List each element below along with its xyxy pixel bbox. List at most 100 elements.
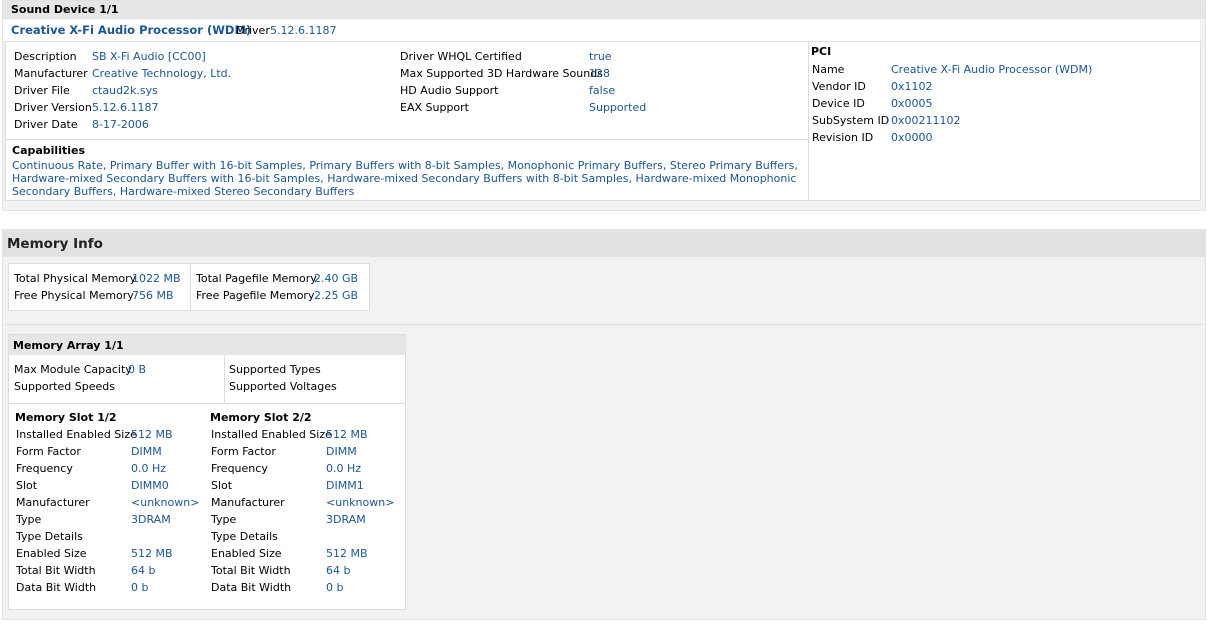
field-value-eax[interactable]: Supported (589, 101, 646, 114)
slot1-value-form-factor[interactable]: DIMM (131, 445, 162, 458)
memory-info-section: Memory Info Total Physical Memory 1022 M… (2, 229, 1206, 620)
field-label-max-3d-sounds: Max Supported 3D Hardware Sounds (400, 67, 603, 80)
sound-device-section: Sound Device 1/1 Creative X-Fi Audio Pro… (2, 0, 1206, 211)
slot2-value-enabled-size[interactable]: 512 MB (326, 547, 368, 560)
slot1-label-total-bit-width: Total Bit Width (16, 564, 96, 577)
field-value-driver-version[interactable]: 5.12.6.1187 (92, 101, 158, 114)
driver-version[interactable]: 5.12.6.1187 (270, 24, 336, 37)
pci-value-name[interactable]: Creative X-Fi Audio Processor (WDM) (891, 63, 1092, 76)
slot1-label-data-bit-width: Data Bit Width (16, 581, 97, 594)
field-label-description: Description (14, 50, 77, 63)
field-label-driver-date: Driver Date (14, 118, 78, 131)
field-value-description[interactable]: SB X-Fi Audio [CC00] (92, 50, 206, 63)
field-value-driver-date[interactable]: 8-17-2006 (92, 118, 149, 131)
memory-summary-panel: Total Physical Memory 1022 MB Free Physi… (8, 263, 370, 311)
field-label-whql: Driver WHQL Certified (400, 50, 522, 63)
slot1-label-enabled-size: Enabled Size (16, 547, 87, 560)
field-value-whql[interactable]: true (589, 50, 612, 63)
device-name[interactable]: Creative X-Fi Audio Processor (WDM) (11, 23, 251, 37)
memory-array-divider (224, 355, 225, 403)
memory-array-title: Memory Array 1/1 (13, 339, 124, 352)
field-label-eax: EAX Support (400, 101, 469, 114)
slot2-label-frequency: Frequency (211, 462, 268, 475)
slot1-label-frequency: Frequency (16, 462, 73, 475)
array-label-supported-types: Supported Types (229, 363, 321, 376)
pci-label-device-id: Device ID (812, 97, 865, 110)
field-value-manufacturer[interactable]: Creative Technology, Ltd. (92, 67, 231, 80)
slot2-label-manufacturer: Manufacturer (211, 496, 285, 509)
driver-label: Driver (236, 24, 270, 37)
slot2-label-type: Type (211, 513, 237, 526)
pci-value-revision-id[interactable]: 0x0000 (891, 131, 933, 144)
slot1-value-total-bit-width[interactable]: 64 b (131, 564, 155, 577)
slot1-value-data-bit-width[interactable]: 0 b (131, 581, 148, 594)
slot2-label-slot: Slot (211, 479, 233, 492)
slot1-value-manufacturer[interactable]: <unknown> (131, 496, 199, 509)
slot2-value-total-bit-width[interactable]: 64 b (326, 564, 350, 577)
pci-value-vendor-id[interactable]: 0x1102 (891, 80, 933, 93)
field-label-driver-version: Driver Version (14, 101, 92, 114)
field-value-driver-file[interactable]: ctaud2k.sys (92, 84, 158, 97)
mem-label-free-pagefile: Free Pagefile Memory (196, 289, 315, 302)
slot2-value-installed-size[interactable]: 512 MB (326, 428, 368, 441)
field-value-max-3d-sounds[interactable]: 128 (589, 67, 610, 80)
sound-device-header-title: Sound Device 1/1 (11, 3, 119, 16)
slot1-label-installed-size: Installed Enabled Size (16, 428, 137, 441)
field-label-manufacturer: Manufacturer (14, 67, 88, 80)
slot2-value-form-factor[interactable]: DIMM (326, 445, 357, 458)
pci-label-name: Name (812, 63, 845, 76)
slot2-label-type-details: Type Details (211, 530, 278, 543)
memory-separator (5, 324, 1203, 325)
mem-label-total-pagefile: Total Pagefile Memory (196, 272, 317, 285)
field-label-hd-audio: HD Audio Support (400, 84, 499, 97)
memory-info-header: Memory Info (3, 230, 1205, 257)
memory-slot-2-title: Memory Slot 2/2 (210, 411, 312, 424)
pci-label-vendor-id: Vendor ID (812, 80, 866, 93)
slot2-value-frequency[interactable]: 0.0 Hz (326, 462, 361, 475)
device-title-row: Creative X-Fi Audio Processor (WDM) Driv… (3, 20, 1200, 41)
mem-value-free-physical[interactable]: 756 MB (132, 289, 174, 302)
slot1-value-frequency[interactable]: 0.0 Hz (131, 462, 166, 475)
array-label-max-capacity: Max Module Capacity (14, 363, 132, 376)
mem-value-total-pagefile[interactable]: 2.40 GB (314, 272, 358, 285)
slot2-label-form-factor: Form Factor (211, 445, 276, 458)
memory-info-title: Memory Info (7, 236, 103, 252)
array-value-max-capacity[interactable]: 0 B (128, 363, 146, 376)
field-label-driver-file: Driver File (14, 84, 70, 97)
capabilities-text[interactable]: Continuous Rate, Primary Buffer with 16-… (12, 159, 802, 198)
slot2-value-slot[interactable]: DIMM1 (326, 479, 364, 492)
memory-array-panel: Memory Array 1/1 Max Module Capacity 0 B… (8, 334, 406, 610)
slot1-label-type-details: Type Details (16, 530, 83, 543)
pci-title: PCI (811, 45, 832, 58)
mem-label-free-physical: Free Physical Memory (14, 289, 134, 302)
sound-device-header: Sound Device 1/1 (3, 1, 1205, 19)
slot1-value-installed-size[interactable]: 512 MB (131, 428, 173, 441)
pci-value-device-id[interactable]: 0x0005 (891, 97, 933, 110)
slot1-value-enabled-size[interactable]: 512 MB (131, 547, 173, 560)
slot2-value-manufacturer[interactable]: <unknown> (326, 496, 394, 509)
slot1-value-type[interactable]: 3DRAM (131, 513, 171, 526)
pci-column-divider (808, 42, 809, 200)
capabilities-title: Capabilities (12, 144, 86, 157)
pci-value-subsystem-id[interactable]: 0x00211102 (891, 114, 961, 127)
slot2-label-data-bit-width: Data Bit Width (211, 581, 292, 594)
slot1-label-manufacturer: Manufacturer (16, 496, 90, 509)
slot2-value-type[interactable]: 3DRAM (326, 513, 366, 526)
memory-summary-divider (190, 264, 191, 310)
pci-label-subsystem-id: SubSystem ID (812, 114, 890, 127)
array-label-supported-voltages: Supported Voltages (229, 380, 337, 393)
slot1-label-form-factor: Form Factor (16, 445, 81, 458)
field-value-hd-audio[interactable]: false (589, 84, 615, 97)
sound-details-panel: Description SB X-Fi Audio [CC00] Manufac… (5, 41, 1201, 201)
slot1-label-slot: Slot (16, 479, 38, 492)
memory-array-header: Memory Array 1/1 (9, 335, 405, 355)
slot1-value-slot[interactable]: DIMM0 (131, 479, 169, 492)
slot2-label-installed-size: Installed Enabled Size (211, 428, 332, 441)
slot1-label-type: Type (16, 513, 42, 526)
mem-value-free-pagefile[interactable]: 2.25 GB (314, 289, 358, 302)
capabilities-divider (6, 139, 808, 140)
mem-value-total-physical[interactable]: 1022 MB (132, 272, 181, 285)
slot2-value-data-bit-width[interactable]: 0 b (326, 581, 343, 594)
memory-slot-1-title: Memory Slot 1/2 (15, 411, 117, 424)
memory-array-h-divider (9, 403, 405, 404)
